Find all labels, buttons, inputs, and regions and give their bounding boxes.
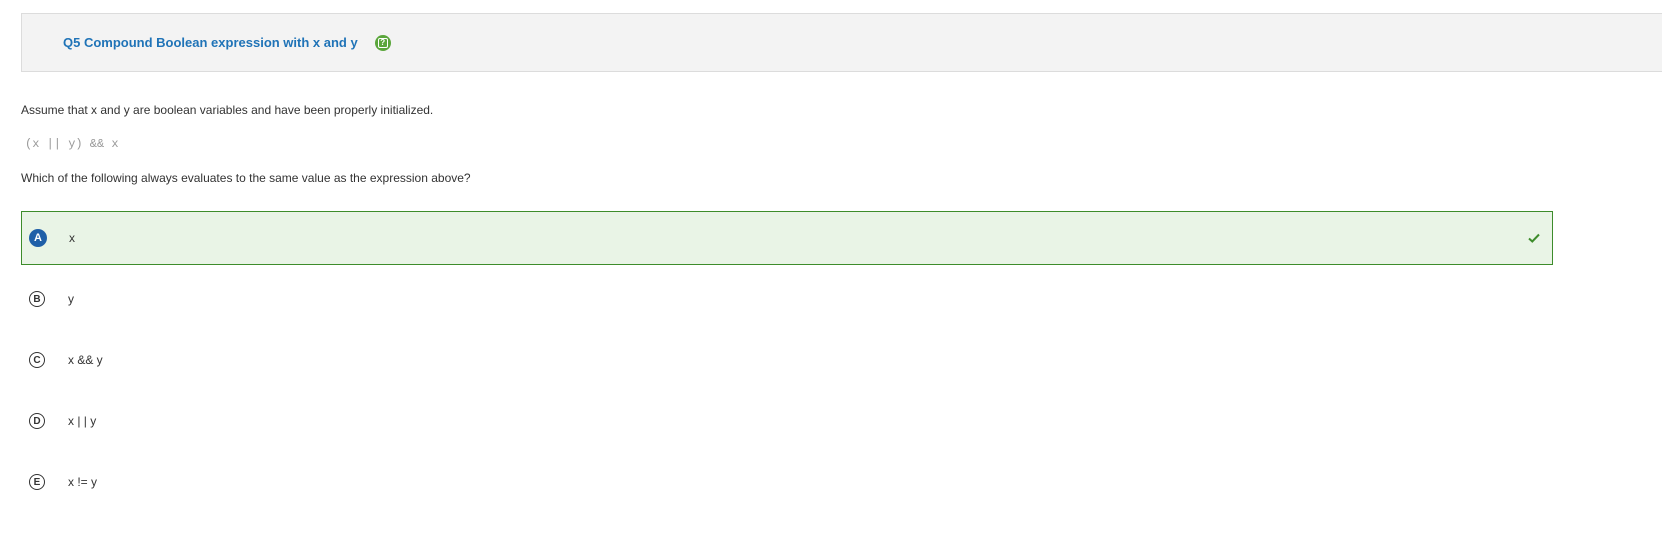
choice-d-text: x | | y [68,414,97,428]
choice-d-bubble[interactable]: D [29,413,45,429]
question-prompt: Assume that x and y are boolean variable… [21,103,434,117]
choice-c-text: x && y [68,353,103,367]
choice-b-text: y [68,292,74,306]
help-icon[interactable]: ? [374,34,391,51]
choice-c-bubble[interactable]: C [29,352,45,368]
code-expression: (x || y) && x [25,137,119,151]
choice-e-bubble[interactable]: E [29,474,45,490]
question-text: Which of the following always evaluates … [21,171,471,185]
choice-e-text: x != y [68,475,98,489]
question-page: Q5 Compound Boolean expression with x an… [0,0,1662,548]
question-header: Q5 Compound Boolean expression with x an… [21,13,1662,72]
check-icon [1528,233,1540,243]
question-title: Q5 Compound Boolean expression with x an… [63,35,358,50]
choice-b[interactable]: B y [21,272,1553,326]
choice-a-text: x [69,231,75,245]
choice-a[interactable]: A x [21,211,1553,265]
choice-e[interactable]: E x != y [21,455,1553,509]
choice-a-bubble[interactable]: A [29,229,47,247]
choice-b-bubble[interactable]: B [29,291,45,307]
choice-d[interactable]: D x | | y [21,394,1553,448]
choice-c[interactable]: C x && y [21,333,1553,387]
